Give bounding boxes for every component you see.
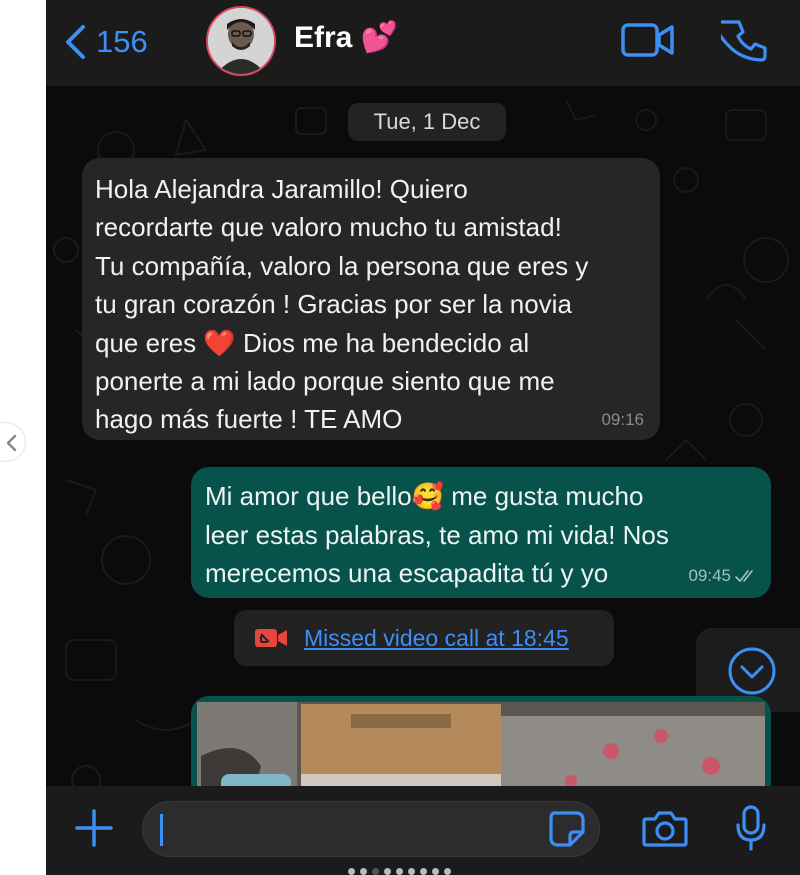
voice-call-button[interactable] [715,18,767,69]
microphone-icon [736,805,766,851]
camera-button[interactable] [642,810,688,853]
carousel-prev-button[interactable] [0,422,26,462]
message-text: Hola Alejandra Jaramillo! Quiero recorda… [95,174,589,435]
message-status: 09:45 [688,566,757,586]
chat-screen: 156 Efra 💕 Tue, 1 Dec Hola Alejandra Jar… [46,0,800,875]
date-separator: Tue, 1 Dec [348,103,506,141]
camera-icon [642,811,688,847]
outgoing-message[interactable]: Mi amor que bello🥰 me gusta mucho leer e… [191,467,771,598]
video-call-button[interactable] [621,20,675,65]
attach-button[interactable] [74,808,114,853]
message-text: Mi amor que bello🥰 me gusta mucho leer e… [205,481,669,588]
contact-name[interactable]: Efra 💕 [294,20,398,55]
message-time: 09:45 [688,566,731,585]
video-camera-icon [621,23,674,57]
incoming-message[interactable]: Hola Alejandra Jaramillo! Quiero recorda… [82,158,660,440]
sticker-button[interactable] [548,810,586,853]
missed-video-call-icon [255,629,287,647]
back-button[interactable]: 156 [62,22,148,62]
unread-count: 156 [96,24,148,59]
microphone-button[interactable] [734,804,768,857]
chat-header: 156 Efra 💕 [46,0,800,86]
message-input[interactable] [142,801,600,857]
chevron-left-icon [6,434,17,452]
contact-avatar[interactable] [206,6,276,76]
text-cursor [160,814,163,846]
message-time: 09:16 [601,410,644,429]
avatar-photo [208,8,274,74]
phone-icon [715,20,767,62]
composer-bar [46,786,800,875]
double-check-icon [735,570,753,583]
missed-call-notice[interactable]: Missed video call at 18:45 [234,610,614,666]
plus-icon [75,809,113,847]
carousel-page-indicator [348,868,451,875]
chevron-left-icon [66,25,85,59]
sticker-icon [549,811,585,847]
missed-call-link[interactable]: Missed video call at 18:45 [304,625,569,652]
